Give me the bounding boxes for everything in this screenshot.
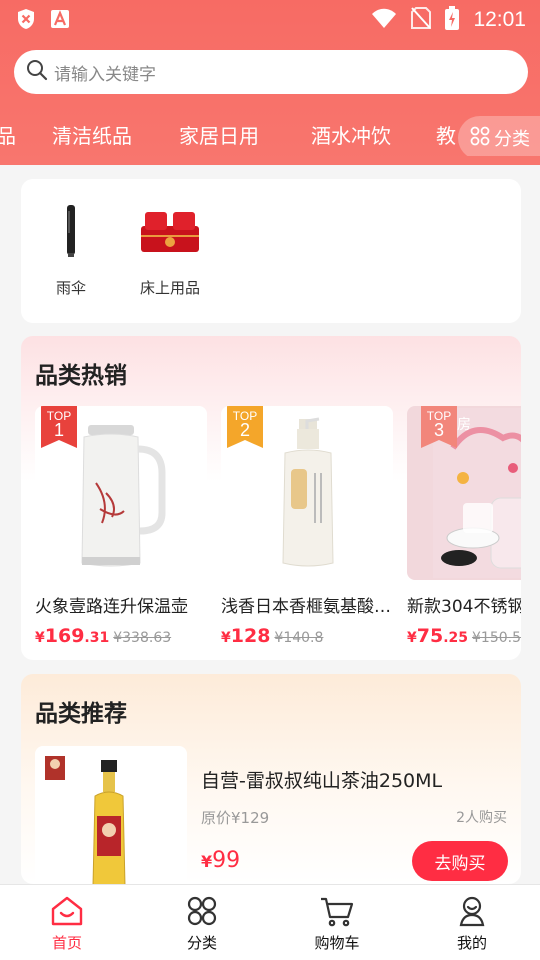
cart-icon	[287, 895, 387, 929]
section-title: 品类推荐	[35, 701, 127, 727]
grid-icon	[152, 895, 252, 929]
shampoo-bottle-image: TOP 2	[221, 406, 393, 580]
category-tab[interactable]: 清洁纸品	[52, 120, 132, 149]
rank-badge: TOP 3	[421, 406, 457, 448]
bottom-tab-bar: 首页 分类 购物车 我的	[0, 884, 540, 960]
no-sim-icon	[411, 7, 432, 33]
tab-cart[interactable]: 购物车	[287, 895, 387, 953]
home-icon	[17, 895, 117, 929]
clock-time: 12:01	[473, 8, 526, 31]
product-name: 火象壹路连升保温壶	[35, 597, 188, 617]
user-icon	[422, 895, 522, 929]
rank-number: 3	[433, 420, 444, 440]
subcategory-item-umbrella[interactable]: 雨伞	[26, 199, 116, 298]
app-notification-icon	[50, 9, 70, 33]
hot-product-card[interactable]: TOP 1 火象壹路连升保温壶 ¥169.31 ¥338.63	[35, 406, 207, 646]
price-integer: 169	[44, 625, 85, 646]
original-price: ¥150.5	[472, 630, 521, 646]
price-decimal: .25	[443, 630, 469, 646]
category-tab-strip: 品 清洁纸品 家居日用 酒水冲饮 教 分类	[0, 114, 540, 156]
category-tab[interactable]: 酒水冲饮	[311, 120, 391, 149]
tab-label: 购物车	[314, 934, 360, 952]
currency-symbol: ¥	[407, 630, 417, 646]
tab-category[interactable]: 分类	[152, 895, 252, 953]
currency-symbol: ¥	[221, 630, 231, 646]
subcategory-item-bedding[interactable]: 床上用品	[125, 199, 215, 298]
tab-profile[interactable]: 我的	[422, 895, 522, 953]
original-price: ¥140.8	[274, 630, 324, 646]
price-integer: 75	[416, 625, 444, 646]
buy-button[interactable]: 去购买	[412, 841, 508, 881]
recommend-section: 品类推荐 自营-雷叔叔纯山茶油250ML 原价¥129 2人购买 ¥99 去购买	[21, 674, 521, 884]
sold-count: 2人购买	[456, 810, 507, 826]
product-name: 浅香日本香榧氨基酸洗发水	[221, 597, 393, 617]
subcategory-label: 床上用品	[139, 279, 200, 297]
product-price: ¥169.31 ¥338.63	[35, 625, 207, 646]
product-price: ¥75.25 ¥150.5	[407, 625, 521, 646]
price-decimal: .31	[84, 630, 110, 646]
hot-product-card[interactable]: 厨房 TOP 3 新款304不锈钢焖烧杯 ¥75.25¥150.5	[407, 406, 521, 646]
search-bar[interactable]: 请输入关键字	[14, 50, 528, 94]
category-tab[interactable]: 教	[436, 120, 456, 149]
rank-number: 2	[239, 420, 250, 440]
original-price: ¥338.63	[113, 630, 172, 646]
hot-sales-list: TOP 1 火象壹路连升保温壶 ¥169.31 ¥338.63 TOP 2 浅香…	[35, 406, 521, 646]
bedding-image	[135, 199, 205, 263]
section-title: 品类热销	[35, 363, 127, 389]
price-integer: 128	[230, 625, 271, 646]
battery-icon	[445, 6, 460, 34]
tab-label: 首页	[51, 934, 82, 952]
tab-label: 分类	[186, 934, 217, 952]
product-name: 新款304不锈钢焖烧杯	[407, 597, 521, 617]
shield-notification-icon	[16, 8, 36, 34]
umbrella-image	[36, 199, 106, 263]
subcategory-card: 雨伞 床上用品	[21, 179, 521, 323]
camellia-oil-bottle-image[interactable]	[35, 746, 187, 884]
search-placeholder: 请输入关键字	[54, 64, 156, 85]
grid-icon	[470, 126, 490, 151]
wifi-icon	[371, 8, 397, 32]
category-tab[interactable]: 家居日用	[179, 120, 259, 149]
rank-badge: TOP 2	[227, 406, 263, 448]
price-integer: 99	[212, 848, 241, 873]
currency-symbol: ¥	[201, 852, 213, 871]
tab-label: 我的	[456, 934, 487, 952]
all-categories-button[interactable]: 分类	[458, 116, 540, 156]
currency-symbol: ¥	[35, 630, 45, 646]
rank-number: 1	[53, 420, 64, 440]
rank-badge: TOP 1	[41, 406, 77, 448]
all-categories-label: 分类	[494, 129, 530, 150]
search-icon	[26, 59, 48, 85]
subcategory-label: 雨伞	[55, 279, 86, 297]
category-tab[interactable]: 品	[0, 120, 16, 149]
hot-sales-section: 品类热销 TOP 1 火象壹路连升保温壶 ¥169.31 ¥338.63 TOP…	[21, 336, 521, 660]
product-name: 自营-雷叔叔纯山茶油250ML	[201, 770, 443, 792]
original-price: 原价¥129	[201, 809, 270, 827]
product-price: ¥99	[201, 848, 240, 873]
product-price: ¥128 ¥140.8	[221, 625, 393, 646]
hot-product-card[interactable]: TOP 2 浅香日本香榧氨基酸洗发水 ¥128¥140.8	[221, 406, 393, 646]
status-bar: 12:01	[0, 0, 540, 36]
tab-home[interactable]: 首页	[17, 895, 117, 953]
food-jar-image: 厨房 TOP 3	[407, 406, 521, 580]
thermos-kettle-image: TOP 1	[35, 406, 207, 580]
